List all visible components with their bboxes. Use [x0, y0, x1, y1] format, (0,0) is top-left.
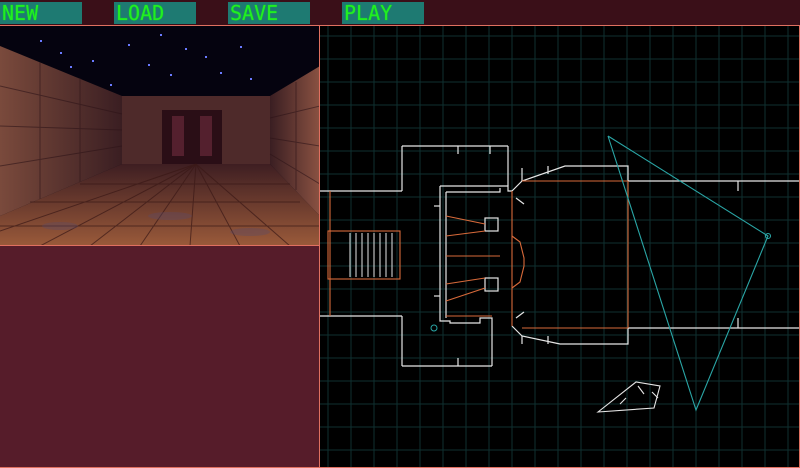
3d-scene: [0, 26, 319, 245]
far-doorway: [162, 110, 222, 164]
map-door-lines: [327, 180, 629, 329]
map-canvas: [320, 26, 799, 467]
map-editor-view[interactable]: [320, 26, 800, 468]
properties-panel[interactable]: [0, 246, 320, 468]
save-button[interactable]: SAVE: [228, 2, 310, 24]
camera-fov: [607, 135, 772, 412]
detached-sector[interactable]: [596, 381, 661, 413]
menu-bar: NEW LOAD SAVE PLAY: [0, 0, 800, 26]
play-button[interactable]: PLAY: [342, 2, 424, 24]
3d-preview-viewport[interactable]: [0, 26, 320, 246]
map-stairs: [349, 233, 393, 277]
new-button[interactable]: NEW: [0, 2, 82, 24]
thing-marker-icon[interactable]: [430, 324, 438, 332]
load-button[interactable]: LOAD: [114, 2, 196, 24]
